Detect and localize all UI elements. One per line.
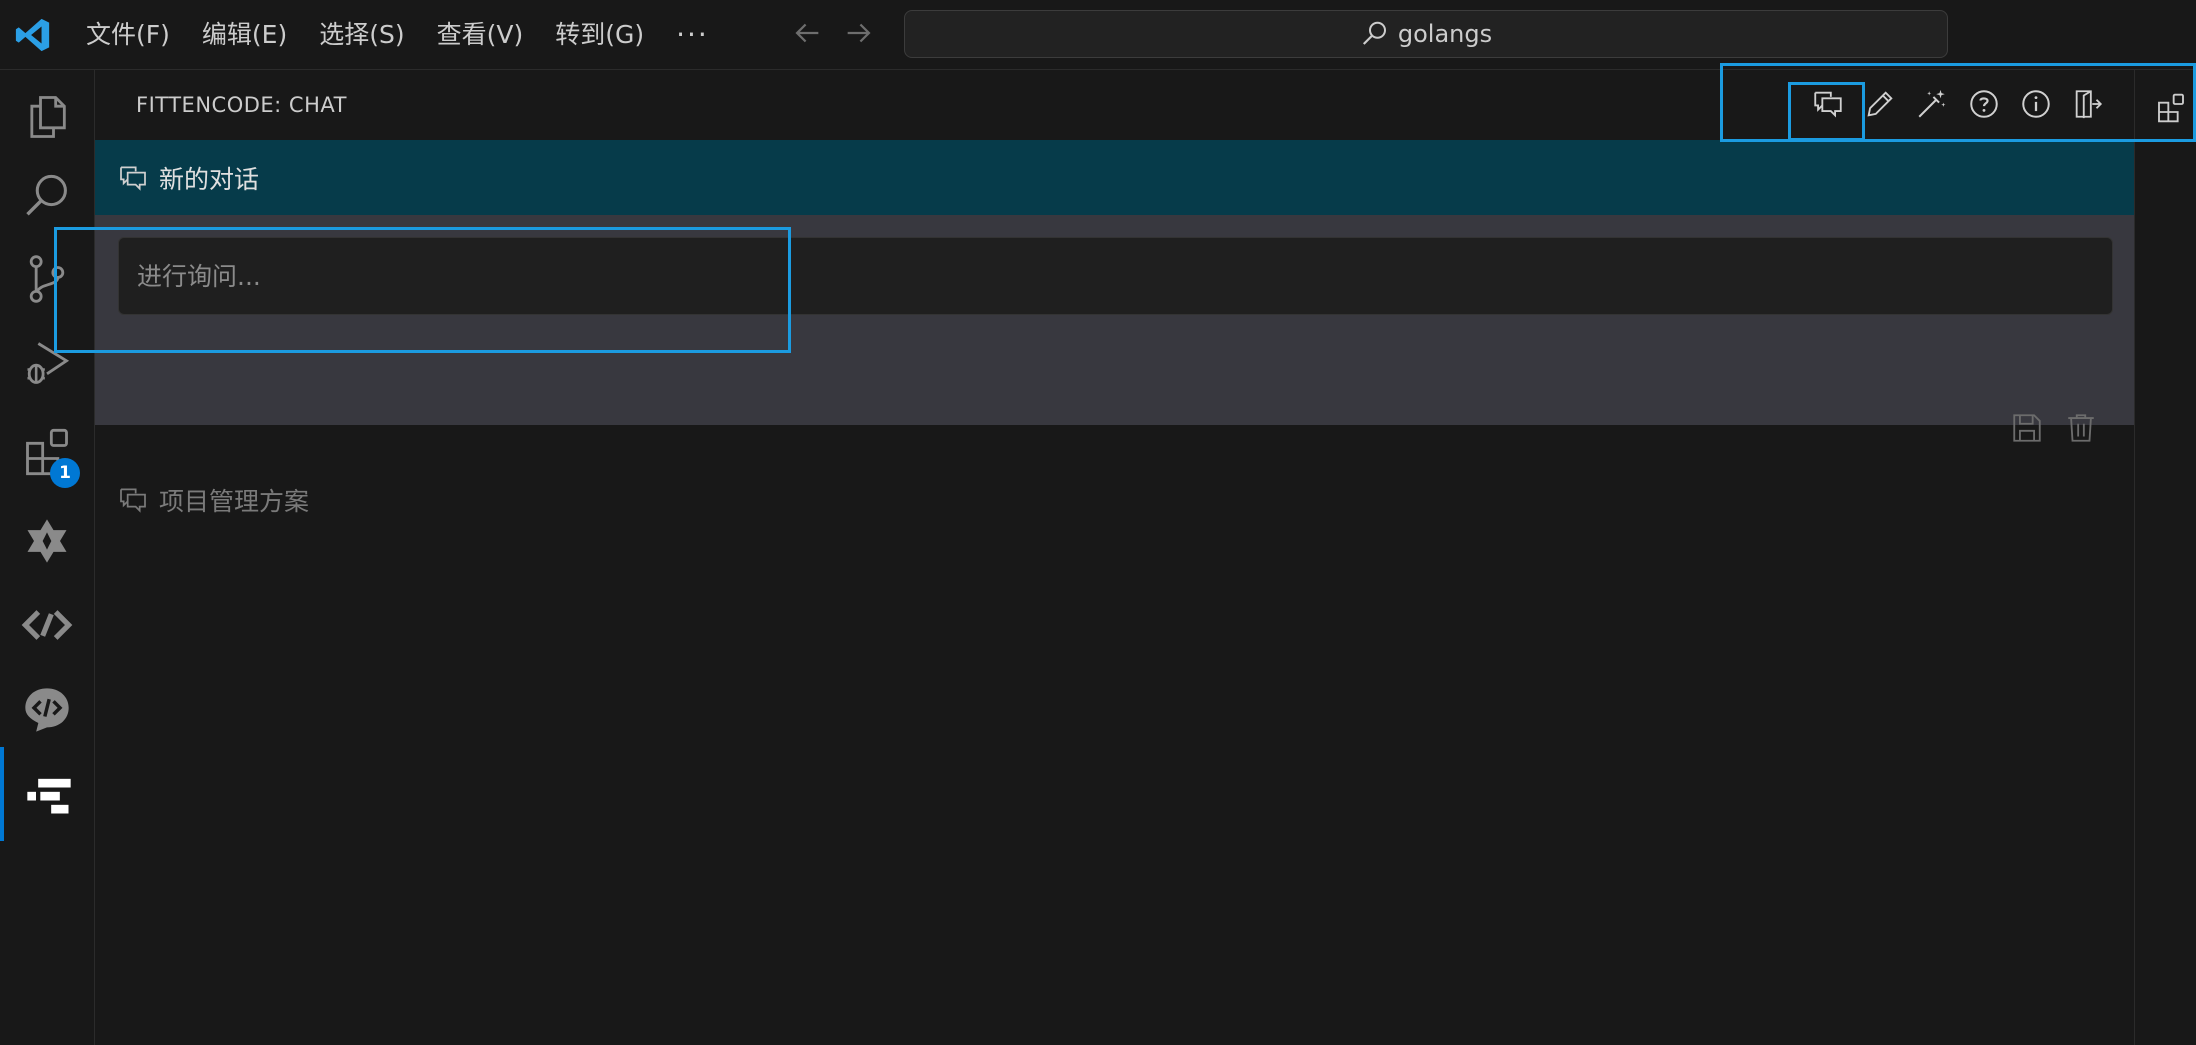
extensions-badge: 1 <box>50 458 80 488</box>
activity-source-control[interactable] <box>0 232 94 326</box>
menu-file[interactable]: 文件(F) <box>74 15 182 55</box>
activity-extensions[interactable]: 1 <box>0 405 94 499</box>
new-chat-button[interactable] <box>1810 84 1846 124</box>
menu-go[interactable]: 转到(G) <box>543 15 656 55</box>
menu-selection[interactable]: 选择(S) <box>307 15 416 55</box>
info-button[interactable] <box>2018 84 2054 124</box>
chat-bubbles-icon <box>120 165 146 191</box>
conversation-title: 项目管理方案 <box>159 487 310 516</box>
new-chat-icon <box>1814 91 1842 118</box>
active-conversation-header[interactable]: 新的对话 <box>95 140 2134 215</box>
forward-arrow-icon[interactable] <box>842 16 876 50</box>
save-icon[interactable] <box>2010 411 2044 445</box>
source-control-icon <box>29 255 65 303</box>
activity-codegeex[interactable] <box>0 663 94 757</box>
activity-search[interactable] <box>0 150 94 244</box>
logout-icon <box>2075 90 2103 119</box>
explorer-icon <box>30 96 66 138</box>
conversation-tools <box>2010 411 2098 445</box>
menu-bar: 文件(F) 编辑(E) 选择(S) 查看(V) 转到(G) ··· <box>74 0 721 69</box>
chat-bubbles-icon <box>120 488 146 513</box>
magic-wand-icon <box>1918 89 1946 118</box>
edit-button[interactable] <box>1862 84 1898 124</box>
codegeex-icon <box>25 688 69 732</box>
fittencode-icon <box>27 778 71 814</box>
search-icon <box>26 174 67 216</box>
back-arrow-icon[interactable] <box>790 16 824 50</box>
active-conversation-title: 新的对话 <box>159 164 260 194</box>
vscode-logo-icon <box>15 18 50 52</box>
title-bar: 文件(F) 编辑(E) 选择(S) 查看(V) 转到(G) ··· golang… <box>0 0 2196 70</box>
logout-button[interactable] <box>2070 84 2106 124</box>
panel-header: FITTENCODE: CHAT <box>95 70 2134 140</box>
tongyi-icon <box>27 519 67 563</box>
search-text: golangs <box>1397 20 1493 48</box>
search-icon <box>1362 21 1386 45</box>
activity-run-debug[interactable] <box>0 316 94 410</box>
chat-input[interactable] <box>118 237 2113 315</box>
help-icon <box>1970 90 1998 118</box>
panel-actions <box>1810 84 2106 124</box>
panel-title: FITTENCODE: CHAT <box>136 93 347 117</box>
edit-icon <box>1867 91 1893 117</box>
run-debug-icon <box>27 342 70 384</box>
help-button[interactable] <box>1966 84 2002 124</box>
menu-edit[interactable]: 编辑(E) <box>190 15 299 55</box>
activity-tongyi[interactable] <box>0 494 94 588</box>
conversation-item[interactable]: 项目管理方案 <box>95 470 2134 530</box>
magic-wand-button[interactable] <box>1914 84 1950 124</box>
extensions-icon[interactable] <box>2155 92 2187 124</box>
trash-icon[interactable] <box>2064 411 2098 445</box>
secondary-sidebar <box>2134 70 2196 1045</box>
command-search-box[interactable]: golangs <box>904 10 1948 58</box>
activity-codeium[interactable] <box>0 578 94 672</box>
menu-view[interactable]: 查看(V) <box>425 15 536 55</box>
activity-bar: 1 <box>0 70 95 1045</box>
activity-fittencode[interactable] <box>0 747 94 841</box>
fittencode-chat-panel: FITTENCODE: CHAT 新的对话 进行询问... 项目管理方案 <box>95 70 2134 1045</box>
navigation <box>790 16 876 50</box>
info-icon <box>2022 90 2050 118</box>
codeium-icon <box>21 610 73 640</box>
menu-more-icon[interactable]: ··· <box>664 18 721 51</box>
